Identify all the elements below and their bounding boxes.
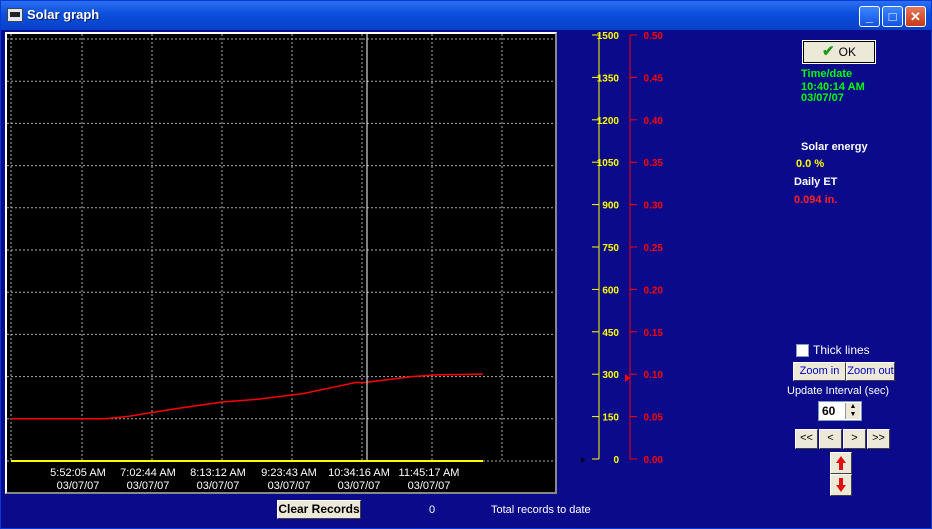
record-count: 0 [429, 504, 436, 516]
x-tick-label: 9:23:43 AM [261, 467, 317, 479]
thick-lines-label: Thick lines [813, 343, 870, 357]
x-tick-date: 03/07/07 [338, 480, 381, 492]
x-tick-label: 5:52:05 AM [50, 467, 106, 479]
date-value: 03/07/07 [801, 92, 844, 104]
daily-et-heading: Daily ET [794, 176, 838, 188]
right-axis-marker [625, 374, 630, 382]
x-tick-date: 03/07/07 [268, 480, 311, 492]
update-interval-spinner[interactable]: 60 ▲ ▼ [818, 401, 862, 421]
x-tick-date: 03/07/07 [127, 480, 170, 492]
right-tick-label: 0.40 [644, 116, 664, 127]
right-tick-label: 0.05 [644, 413, 664, 424]
right-tick-label: 0.35 [644, 158, 664, 169]
maximize-button[interactable]: □ [882, 6, 903, 27]
close-button[interactable]: ✕ [905, 6, 926, 27]
left-tick-label: 0 [613, 455, 619, 466]
left-tick-label: 1350 [597, 73, 620, 84]
scroll-down-button[interactable] [830, 474, 852, 496]
x-tick-label: 11:45:17 AM [399, 467, 460, 479]
solar-energy-value: 0.0 % [796, 158, 825, 170]
right-tick-label: 0.25 [644, 243, 664, 254]
window-title: Solar graph [27, 7, 100, 22]
x-tick-label: 8:13:12 AM [190, 467, 246, 479]
update-interval-label: Update Interval (sec) [787, 385, 890, 397]
y-axes: 1500 0.501350 0.451200 0.401050 0.35900 0.307… [581, 31, 664, 466]
x-tick-date: 03/07/07 [197, 480, 240, 492]
interval-value: 60 [822, 404, 836, 418]
right-tick-label: 0.00 [644, 455, 664, 466]
left-tick-label: 300 [602, 370, 619, 381]
right-tick-label: 0.20 [644, 285, 664, 296]
solar-energy-heading: Solar energy [801, 141, 868, 153]
nav-first-button[interactable]: << [795, 429, 818, 449]
x-tick-date: 03/07/07 [57, 480, 100, 492]
left-tick-label: 450 [602, 328, 619, 339]
right-tick-label: 0.30 [644, 201, 664, 212]
clear-records-button[interactable]: Clear Records [277, 500, 361, 519]
check-icon: ✔ [822, 43, 835, 60]
scroll-up-button[interactable] [830, 452, 852, 474]
series-line [11, 373, 484, 420]
ok-label: OK [838, 45, 856, 59]
right-tick-label: 0.10 [644, 370, 664, 381]
right-tick-label: 0.50 [644, 31, 664, 42]
arrow-down-icon [836, 478, 846, 492]
zoom-in-button[interactable]: Zoom in [793, 362, 846, 381]
nav-prev-button[interactable]: < [819, 429, 842, 449]
left-tick-label: 1200 [597, 116, 620, 127]
left-tick-label: 1500 [597, 31, 620, 42]
app-icon [7, 8, 23, 22]
nav-next-button[interactable]: > [843, 429, 866, 449]
left-tick-label: 900 [602, 201, 619, 212]
nav-last-button[interactable]: >> [867, 429, 890, 449]
left-tick-label: 600 [602, 285, 619, 296]
right-tick-label: 0.45 [644, 73, 664, 84]
time-heading: Time/date [801, 68, 853, 80]
solar-graph-window: Solar graph _ □ ✕ 5:52:05 AM 03/07/07 7:02… [0, 0, 932, 529]
x-tick-date: 03/07/07 [408, 480, 451, 492]
spin-arrows-icon[interactable]: ▲ ▼ [845, 403, 860, 419]
solar-chart: 5:52:05 AM03/07/077:02:44 AM03/07/078:13… [7, 34, 555, 492]
plot-area[interactable]: 5:52:05 AM 03/07/07 7:02:44 AM 03/07/07 8:13… [5, 32, 557, 494]
x-tick-label: 10:34:16 AM [328, 467, 390, 479]
ok-button[interactable]: ✔ OK [802, 40, 876, 64]
records-label: Total records to date [491, 504, 591, 516]
minimize-button[interactable]: _ [859, 6, 880, 27]
x-tick-label: 7:02:44 AM [120, 467, 176, 479]
right-tick-label: 0.15 [644, 328, 664, 339]
left-tick-label: 150 [602, 413, 619, 424]
thick-lines-checkbox[interactable] [796, 344, 809, 357]
daily-et-value: 0.094 in. [794, 194, 838, 206]
left-axis-marker [581, 457, 585, 463]
left-tick-label: 750 [602, 243, 619, 254]
arrow-up-icon [836, 456, 846, 470]
zoom-out-button[interactable]: Zoom out [846, 362, 895, 381]
left-tick-label: 1050 [597, 158, 620, 169]
title-bar[interactable]: Solar graph _ □ ✕ [1, 1, 931, 30]
